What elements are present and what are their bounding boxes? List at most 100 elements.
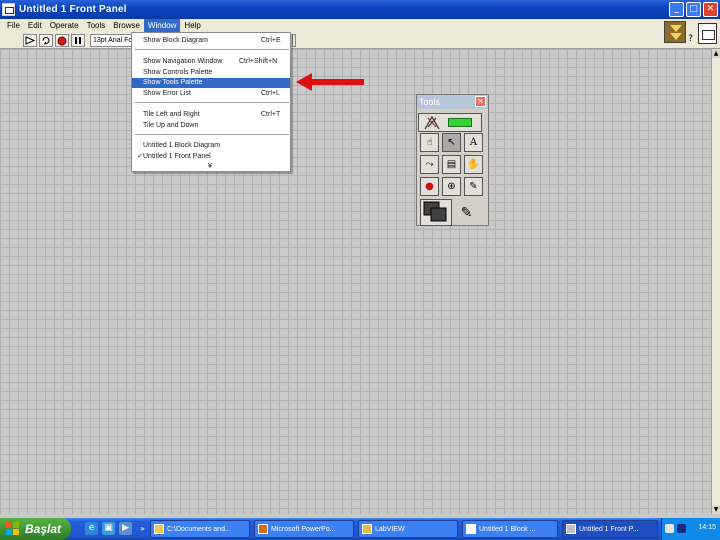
clock[interactable]: 14:15 — [698, 524, 716, 531]
task-label: Microsoft PowerPo... — [271, 525, 336, 533]
show-desktop-icon[interactable]: ▣ — [102, 522, 115, 535]
volume-icon[interactable] — [665, 524, 674, 533]
menu-item-label: Show Error List — [143, 90, 191, 97]
block-diagram-icon — [466, 524, 476, 534]
context-help-button[interactable]: ? — [686, 34, 695, 47]
window-title: Untitled 1 Front Panel — [19, 4, 127, 15]
menu-item-shortcut: Ctrl+Shift+N — [239, 58, 278, 65]
menu-separator — [135, 134, 289, 135]
tools-palette: Tools ✕ ☝ ↖ A ⤳ ▤ ✋ ● ⊕ ✎ ✎ — [416, 94, 489, 226]
task-button-labview[interactable]: LabVIEW — [358, 520, 458, 538]
labview-icon — [362, 524, 372, 534]
menu-separator — [135, 49, 289, 50]
menu-edit[interactable]: Edit — [24, 19, 46, 32]
tools-palette-close-button[interactable]: ✕ — [475, 96, 486, 107]
toolbar-align-button[interactable] — [292, 34, 296, 47]
task-button-block-diagram[interactable]: Untitled 1 Block ... — [462, 520, 558, 538]
menu-show-controls-palette[interactable]: Show Controls Palette — [132, 68, 290, 78]
start-label: Başlat — [25, 522, 62, 536]
menu-item-label: Show Tools Palette — [143, 79, 203, 86]
object-shortcut-menu-icon[interactable]: ▤ — [442, 155, 461, 174]
task-label: LabVIEW — [375, 525, 405, 533]
scroll-up-icon[interactable]: ▲ — [712, 49, 720, 58]
menu-show-error-list[interactable]: Show Error List Ctrl+L — [132, 89, 290, 99]
menu-browse[interactable]: Browse — [109, 19, 144, 32]
front-panel-canvas[interactable] — [0, 49, 711, 514]
task-label: Untitled 1 Block ... — [479, 525, 536, 533]
quick-launch-chevron-icon[interactable]: » — [136, 522, 149, 535]
connect-wire-icon[interactable]: ⤳ — [420, 155, 439, 174]
font-select[interactable]: 13pt Arial Font — [90, 34, 132, 47]
folder-icon — [154, 524, 164, 534]
set-color-icon[interactable] — [420, 199, 452, 226]
title-bar: Untitled 1 Front Panel _ □ ✕ — [0, 0, 720, 19]
pause-icon[interactable] — [71, 34, 85, 47]
menu-help[interactable]: Help — [180, 19, 204, 32]
menu-tile-up-down[interactable]: Tile Up and Down — [132, 121, 290, 131]
edit-text-icon[interactable]: A — [464, 133, 483, 152]
run-arrow-icon[interactable] — [23, 34, 37, 47]
task-button-front-panel[interactable]: Untitled 1 Front P... — [562, 520, 658, 538]
taskbar: Başlat e ▣ ▶ » C:\Documents and... Micro… — [0, 518, 720, 540]
scroll-down-icon[interactable]: ▼ — [712, 505, 720, 514]
color-brush-icon[interactable]: ✎ — [457, 203, 476, 222]
abort-icon[interactable] — [55, 34, 69, 47]
menu-operate[interactable]: Operate — [46, 19, 83, 32]
windows-logo-icon — [6, 522, 20, 536]
menu-show-navigation-window[interactable]: Show Navigation Window Ctrl+Shift+N — [132, 57, 290, 67]
menu-bar: File Edit Operate Tools Browse Window He… — [0, 19, 720, 32]
menu-item-label: Untitled 1 Block Diagram — [143, 142, 221, 149]
menu-tools[interactable]: Tools — [83, 19, 110, 32]
menu-tile-left-right[interactable]: Tile Left and Right Ctrl+T — [132, 110, 290, 120]
menu-item-label: Show Block Diagram — [143, 37, 208, 44]
task-button-powerpoint[interactable]: Microsoft PowerPo... — [254, 520, 354, 538]
menu-item-label: Show Controls Palette — [143, 69, 213, 76]
red-pointer-arrow-icon — [296, 73, 364, 91]
maximize-button[interactable]: □ — [686, 2, 701, 17]
toolbar: 13pt Arial Font — [0, 32, 720, 49]
close-button[interactable]: ✕ — [703, 2, 718, 17]
menu-item-label: Tile Up and Down — [143, 122, 199, 129]
run-continuously-icon[interactable] — [39, 34, 53, 47]
set-clear-breakpoint-icon[interactable]: ● — [420, 177, 439, 196]
menu-untitled-front-panel[interactable]: ✓ Untitled 1 Front Panel — [132, 152, 290, 162]
system-tray: 14:15 — [661, 518, 720, 540]
menu-untitled-block-diagram[interactable]: Untitled 1 Block Diagram — [132, 141, 290, 151]
task-label: C:\Documents and... — [167, 525, 231, 533]
more-items-icon: ¥ — [208, 163, 212, 170]
powerpoint-icon — [258, 524, 268, 534]
menu-item-label: Show Navigation Window — [143, 58, 223, 65]
window-menu-dropdown: Show Block Diagram Ctrl+E Show Navigatio… — [131, 32, 291, 172]
internet-explorer-icon[interactable]: e — [85, 522, 98, 535]
menu-separator — [135, 102, 289, 103]
connector-pane-icon[interactable] — [698, 23, 717, 44]
start-button[interactable]: Başlat — [0, 518, 71, 540]
task-button-explorer[interactable]: C:\Documents and... — [150, 520, 250, 538]
menu-show-tools-palette[interactable]: Show Tools Palette — [132, 78, 290, 88]
minimize-button[interactable]: _ — [669, 2, 684, 17]
front-panel-icon — [566, 524, 576, 534]
vertical-scrollbar[interactable]: ▲ ▼ — [711, 49, 720, 514]
menu-window[interactable]: Window — [143, 19, 181, 32]
menu-item-shortcut: Ctrl+L — [261, 90, 280, 97]
menu-more-arrow[interactable]: ¥ — [132, 162, 290, 172]
get-color-icon[interactable]: ✎ — [464, 177, 483, 196]
auto-tool-led-icon — [448, 118, 472, 127]
menu-show-block-diagram[interactable]: Show Block Diagram Ctrl+E — [132, 36, 290, 46]
position-select-icon[interactable]: ↖ — [442, 133, 461, 152]
probe-data-icon[interactable]: ⊕ — [442, 177, 461, 196]
labview-app-icon[interactable] — [2, 3, 15, 16]
menu-item-shortcut: Ctrl+T — [261, 111, 281, 118]
menu-item-shortcut: Ctrl+E — [261, 37, 281, 44]
media-player-icon[interactable]: ▶ — [119, 522, 132, 535]
menu-item-label: Untitled 1 Front Panel — [143, 153, 211, 160]
check-mark-icon: ✓ — [137, 153, 143, 160]
language-icon[interactable] — [677, 524, 686, 533]
menu-item-label: Tile Left and Right — [143, 111, 200, 118]
menu-file[interactable]: File — [3, 19, 24, 32]
task-label: Untitled 1 Front P... — [579, 525, 639, 533]
scroll-window-icon[interactable]: ✋ — [464, 155, 483, 174]
vi-icon[interactable] — [664, 21, 686, 43]
operate-value-icon[interactable]: ☝ — [420, 133, 439, 152]
automatic-tool-selection-icon[interactable] — [418, 113, 482, 132]
